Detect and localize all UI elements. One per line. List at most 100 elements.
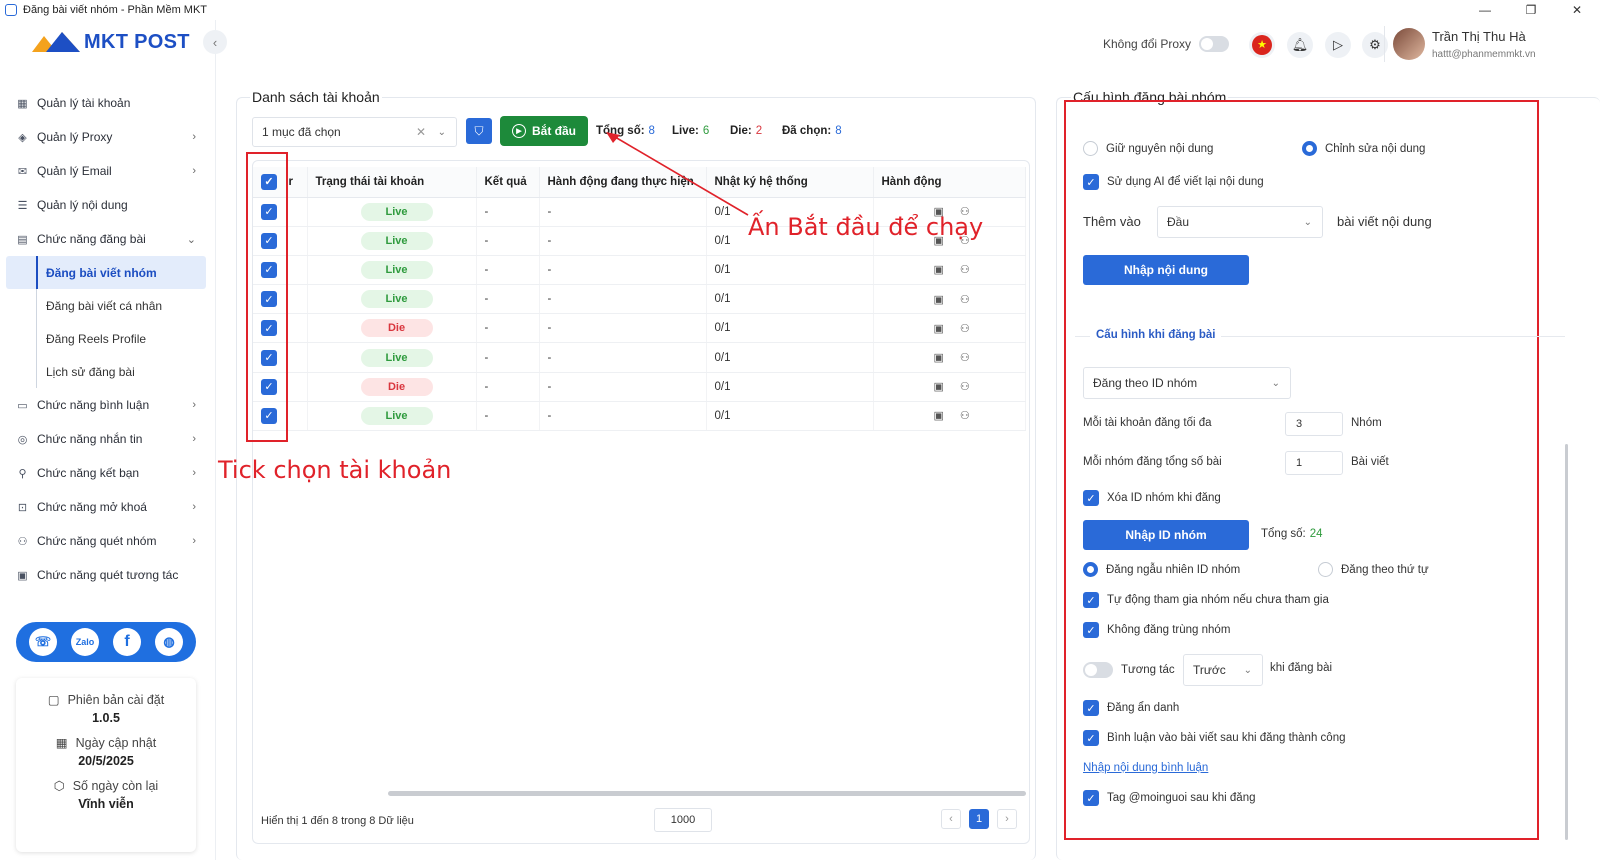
version-info-card: ▢ Phiên bản cài đặt 1.0.5 ▦ Ngày cập nhật 20… [16,678,196,852]
clear-icon[interactable]: ✕ [416,125,426,139]
next-page-button[interactable]: › [997,809,1017,829]
post-edit-icon[interactable]: ▣ [934,323,944,335]
no-dup-option[interactable]: ✓ Không đăng trùng nhóm [1083,622,1230,638]
auto-join-option[interactable]: ✓ Tự động tham gia nhóm nếu chưa tham gia [1083,592,1329,608]
use-ai-checkbox[interactable]: ✓ [1083,174,1099,190]
sequential-option[interactable]: Đăng theo thứ tự [1318,562,1429,577]
use-ai-label: Sử dụng AI để viết lại nội dung [1107,176,1264,188]
sidebar-item-sidebar-items2-2[interactable]: ⚲ Chức năng kết bạn › [0,456,216,490]
sidebar-item-sidebar-items2-4[interactable]: ⚇ Chức năng quét nhóm › [0,524,216,558]
status-cell: Live [307,342,477,373]
tag-checkbox[interactable]: ✓ [1083,790,1099,806]
filter-button[interactable]: ⛉ [466,118,492,144]
vertical-scrollbar[interactable] [1565,444,1568,840]
page-size-select[interactable]: 1000 [654,808,712,832]
sidebar-subitem-3[interactable]: Lịch sử đăng bài [0,355,216,388]
post-by-select[interactable]: Đăng theo ID nhóm ⌄ [1083,367,1291,399]
group-users-icon[interactable]: ⚇ [960,294,970,306]
post-edit-icon[interactable]: ▣ [934,294,944,306]
edit-content-radio[interactable] [1302,141,1317,156]
zalo-icon[interactable]: Zalo [71,628,99,656]
table-row[interactable]: ✓ Live - -0/1 ▣ ⚇ [253,284,1026,315]
group-users-icon[interactable]: ⚇ [960,352,970,364]
auto-join-checkbox[interactable]: ✓ [1083,592,1099,608]
globe-icon[interactable]: ◍ [155,628,183,656]
horizontal-scrollbar[interactable] [388,791,1026,796]
table-row[interactable]: ✓ Die - -0/1 ▣ ⚇ [253,313,1026,344]
sidebar-item-sidebar-items-4[interactable]: ▤ Chức năng đăng bài ⌄ [0,222,216,256]
delete-id-option[interactable]: ✓ Xóa ID nhóm khi đăng [1083,490,1221,506]
sidebar-item-sidebar-items-0[interactable]: ▦ Quản lý tài khoản [0,86,216,120]
group-users-icon[interactable]: ⚇ [960,410,970,422]
post-edit-icon[interactable]: ▣ [934,410,944,422]
interact-option[interactable]: Tương tác [1083,662,1175,678]
table-row[interactable]: ✓ Live - -0/1 ▣ ⚇ [253,401,1026,432]
maximize-button[interactable]: ❐ [1508,0,1554,20]
sidebar-subitem-2[interactable]: Đăng Reels Profile [0,322,216,355]
interact-toggle[interactable] [1083,662,1113,678]
group-users-icon[interactable]: ⚇ [960,264,970,276]
comment-content-link[interactable]: Nhập nội dung bình luận [1083,762,1208,774]
start-button[interactable]: ▶ Bắt đầu [500,116,588,146]
interact-when-select[interactable]: Trước ⌄ [1183,654,1263,686]
delete-id-checkbox[interactable]: ✓ [1083,490,1099,506]
mail-icon: ✉ [17,165,28,178]
anonymous-checkbox[interactable]: ✓ [1083,700,1099,716]
close-button[interactable]: ✕ [1554,0,1600,20]
avatar[interactable] [1393,28,1425,60]
minimize-button[interactable]: — [1462,0,1508,20]
no-dup-checkbox[interactable]: ✓ [1083,622,1099,638]
max-per-account-input[interactable]: 3 [1285,412,1343,436]
import-id-button[interactable]: Nhập ID nhóm [1083,520,1249,550]
sidebar-item-sidebar-items2-5[interactable]: ▣ Chức năng quét tương tác [0,558,216,592]
sidebar-subitem-1[interactable]: Đăng bài viết cá nhân [0,289,216,322]
row-r-cell [287,197,308,227]
post-edit-icon[interactable]: ▣ [934,381,944,393]
sidebar-item-sidebar-items2-3[interactable]: ⊡ Chức năng mở khoá › [0,490,216,524]
status-badge: Live [360,202,433,221]
comment-after-checkbox[interactable]: ✓ [1083,730,1099,746]
group-users-icon[interactable]: ⚇ [960,381,970,393]
sidebar-item-sidebar-items-1[interactable]: ◈ Quản lý Proxy › [0,120,216,154]
tag-label: Tag @moinguoi sau khi đăng [1107,792,1256,804]
support-icon[interactable]: ☏ [29,628,57,656]
anonymous-option[interactable]: ✓ Đăng ẩn danh [1083,700,1179,716]
sequential-radio[interactable] [1318,562,1333,577]
play-icon: ▶ [511,124,526,138]
sidebar-item-sidebar-items-3[interactable]: ☰ Quản lý nội dung [0,188,216,222]
bell-icon[interactable]: 🔔︎ [1287,32,1313,58]
prev-page-button[interactable]: ‹ [941,809,961,829]
table-row[interactable]: ✓ Die - -0/1 ▣ ⚇ [253,372,1026,402]
group-users-icon[interactable]: ⚇ [960,323,970,335]
position-select[interactable]: Đầu ⌄ [1157,206,1323,238]
random-order-option[interactable]: Đăng ngẫu nhiên ID nhóm [1083,562,1240,577]
max-per-account-label: Mỗi tài khoản đăng tối đa [1083,417,1212,429]
user-name: Trần Thị Thu Hà [1432,29,1526,44]
edit-content-option[interactable]: Chỉnh sửa nội dung [1302,141,1425,156]
post-edit-icon[interactable]: ▣ [934,352,944,364]
table-row[interactable]: ✓ Live - -0/1 ▣ ⚇ [253,255,1026,286]
table-footer-info: Hiển thị 1 đến 8 trong 8 Dữ liệu [261,815,414,827]
collapse-sidebar-button[interactable]: ‹ [203,30,227,54]
proxy-toggle[interactable] [1199,36,1230,52]
current-page-button[interactable]: 1 [969,809,989,829]
sidebar-item-sidebar-items2-1[interactable]: ◎ Chức năng nhắn tin › [0,422,216,456]
use-ai-option[interactable]: ✓ Sử dụng AI để viết lại nội dung [1083,174,1264,190]
play-video-icon[interactable]: ▷ [1325,32,1351,58]
random-order-radio[interactable] [1083,562,1098,577]
import-content-button[interactable]: Nhập nội dung [1083,255,1249,285]
sidebar-item-sidebar-items-2[interactable]: ✉ Quản lý Email › [0,154,216,188]
posts-per-group-input[interactable]: 1 [1285,451,1343,475]
sidebar-item-sidebar-items2-0[interactable]: ▭ Chức năng bình luận › [0,388,216,422]
vietnam-flag-icon[interactable]: ★ [1249,32,1275,58]
facebook-icon[interactable]: f [113,628,141,656]
tag-option[interactable]: ✓ Tag @moinguoi sau khi đăng [1083,790,1256,806]
keep-content-option[interactable]: Giữ nguyên nội dung [1083,141,1213,156]
keep-content-radio[interactable] [1083,141,1098,156]
post-edit-icon[interactable]: ▣ [934,264,944,276]
comment-after-option[interactable]: ✓ Bình luận vào bài viết sau khi đăng thà… [1083,730,1345,746]
sidebar-subitem-0[interactable]: Đăng bài viết nhóm [6,256,206,289]
random-order-label: Đăng ngẫu nhiên ID nhóm [1106,563,1241,576]
table-row[interactable]: ✓ Live - -0/1 ▣ ⚇ [253,342,1026,373]
account-filter-select[interactable]: 1 mục đã chọn ✕ ⌄ [252,117,457,147]
